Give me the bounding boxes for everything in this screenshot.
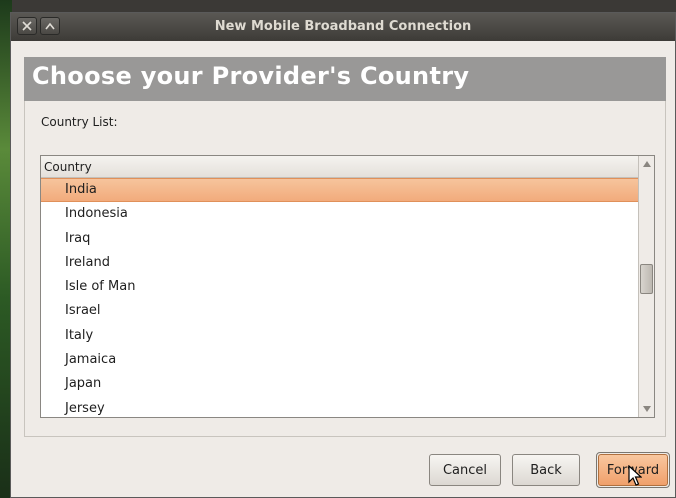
wizard-window: New Mobile Broadband Connection Choose y… xyxy=(10,12,676,498)
back-button-label: Back xyxy=(530,462,562,478)
column-header-country[interactable]: Country xyxy=(41,156,638,178)
list-item[interactable]: Italy xyxy=(41,324,638,348)
desktop-panel-edge xyxy=(12,0,676,12)
arrow-up-icon xyxy=(642,161,651,167)
cancel-button[interactable]: Cancel xyxy=(429,454,501,486)
arrow-down-icon xyxy=(642,406,651,412)
scroll-up-button[interactable] xyxy=(639,156,654,172)
list-item[interactable]: Japan xyxy=(41,372,638,396)
cancel-button-label: Cancel xyxy=(442,462,488,478)
list-item[interactable]: Jersey xyxy=(41,397,638,421)
list-item[interactable]: Indonesia xyxy=(41,202,638,226)
list-item[interactable]: Iraq xyxy=(41,227,638,251)
page-content: Country List: Country India Indonesia Ir… xyxy=(24,101,666,437)
list-item[interactable]: Isle of Man xyxy=(41,275,638,299)
country-rows: India Indonesia Iraq Ireland Isle of Man… xyxy=(41,178,638,421)
mouse-pointer-icon xyxy=(628,465,642,486)
list-item[interactable]: Jamaica xyxy=(41,348,638,372)
window-title: New Mobile Broadband Connection xyxy=(214,19,472,34)
window-titlebar[interactable]: New Mobile Broadband Connection xyxy=(11,13,675,41)
vertical-scrollbar[interactable] xyxy=(638,156,654,417)
list-item[interactable]: Israel xyxy=(41,299,638,323)
scrollbar-thumb[interactable] xyxy=(640,264,653,294)
list-item-selected[interactable]: India xyxy=(41,178,638,203)
country-list[interactable]: Country India Indonesia Iraq Ireland Isl… xyxy=(40,155,655,418)
list-item[interactable]: Ireland xyxy=(41,251,638,275)
country-list-label: Country List: xyxy=(41,115,118,129)
scroll-down-button[interactable] xyxy=(639,401,654,417)
page-title: Choose your Provider's Country xyxy=(32,62,470,90)
back-button[interactable]: Back xyxy=(512,454,580,486)
page-banner: Choose your Provider's Country xyxy=(24,57,666,101)
